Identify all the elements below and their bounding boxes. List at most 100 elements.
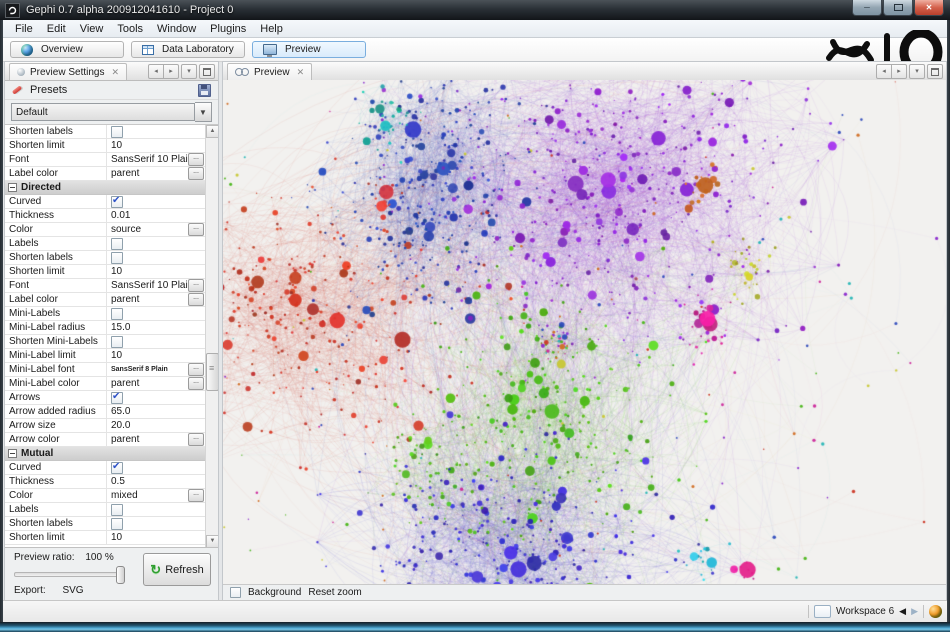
tab-list-button[interactable]: ▾ bbox=[909, 64, 925, 79]
property-label: Arrow size bbox=[5, 419, 107, 432]
ellipsis-button[interactable]: ... bbox=[188, 279, 204, 292]
property-label: Color bbox=[5, 489, 107, 502]
checkbox-arrows[interactable] bbox=[111, 392, 123, 404]
app-icon bbox=[5, 3, 20, 18]
tab-preview-settings[interactable]: Preview Settings ✕ bbox=[9, 63, 127, 80]
property-value[interactable]: parent bbox=[111, 167, 188, 180]
ellipsis-button[interactable]: ... bbox=[188, 363, 204, 376]
tab-prev-button[interactable]: ◂ bbox=[876, 64, 892, 79]
collapse-icon[interactable] bbox=[8, 449, 17, 458]
ellipsis-button[interactable]: ... bbox=[188, 153, 204, 166]
checkbox-shorten-labels[interactable] bbox=[111, 126, 123, 138]
save-preset-icon[interactable] bbox=[198, 84, 211, 97]
slider-handle[interactable] bbox=[116, 566, 125, 584]
update-center-icon[interactable] bbox=[929, 605, 942, 618]
workspace-next-icon[interactable]: ▶ bbox=[911, 607, 918, 616]
ellipsis-button[interactable]: ... bbox=[188, 293, 204, 306]
menu-view[interactable]: View bbox=[73, 22, 111, 36]
property-value[interactable]: parent bbox=[111, 433, 188, 446]
toolbar-button-preview[interactable]: Preview bbox=[252, 41, 366, 58]
property-value-cell: SansSerif 8 Plain... bbox=[107, 363, 206, 376]
tab-list-button[interactable]: ▾ bbox=[181, 64, 197, 79]
tab-prev-button[interactable]: ◂ bbox=[148, 64, 164, 79]
ellipsis-button[interactable]: ... bbox=[188, 223, 204, 236]
toolbar-button-overview[interactable]: Overview bbox=[10, 41, 124, 58]
export-row[interactable]: Export: SVG bbox=[14, 585, 84, 596]
panel-maximize-button[interactable] bbox=[927, 64, 943, 79]
property-value[interactable]: parent bbox=[111, 293, 188, 306]
checkbox-curved[interactable] bbox=[111, 196, 123, 208]
tab-next-button[interactable]: ▸ bbox=[164, 64, 179, 79]
scrollbar-thumb[interactable] bbox=[206, 353, 218, 391]
statusbar: Workspace 6 ◀ ▶ bbox=[3, 600, 947, 622]
checkbox-mini-labels[interactable] bbox=[111, 308, 123, 320]
menu-help[interactable]: Help bbox=[253, 22, 290, 36]
tab-next-button[interactable]: ▸ bbox=[892, 64, 907, 79]
close-button[interactable]: ✕ bbox=[914, 0, 944, 16]
close-tab-icon[interactable]: ✕ bbox=[297, 67, 305, 78]
property-value[interactable]: SansSerif 10 Plain bbox=[111, 153, 188, 166]
checkbox-curved[interactable] bbox=[111, 462, 123, 474]
refresh-button[interactable]: ↻ Refresh bbox=[143, 553, 211, 586]
ellipsis-button[interactable]: ... bbox=[188, 167, 204, 180]
property-value-cell: SansSerif 10 Plain... bbox=[107, 153, 206, 166]
preset-combobox-arrow[interactable]: ▼ bbox=[195, 102, 212, 122]
property-value-cell: 10 bbox=[107, 349, 206, 362]
collapse-icon[interactable] bbox=[8, 183, 17, 192]
property-value[interactable]: 15.0 bbox=[111, 321, 206, 334]
background-checkbox[interactable] bbox=[230, 587, 241, 598]
scroll-up-icon[interactable]: ▲ bbox=[206, 125, 218, 138]
toolbar-button-data-laboratory[interactable]: Data Laboratory bbox=[131, 41, 245, 58]
menu-tools[interactable]: Tools bbox=[110, 22, 150, 36]
tab-preview[interactable]: Preview ✕ bbox=[227, 63, 312, 80]
ellipsis-button[interactable]: ... bbox=[188, 433, 204, 446]
property-value[interactable]: mixed bbox=[111, 489, 188, 502]
property-value[interactable]: 65.0 bbox=[111, 405, 206, 418]
checkbox-labels[interactable] bbox=[111, 238, 123, 250]
property-value[interactable]: 10 bbox=[111, 531, 206, 544]
property-value[interactable]: SansSerif 10 Plain bbox=[111, 279, 188, 292]
maximize-button[interactable] bbox=[883, 0, 913, 16]
window-title: Gephi 0.7 alpha 200912041610 - Project 0 bbox=[26, 4, 233, 16]
menu-edit[interactable]: Edit bbox=[40, 22, 73, 36]
property-value[interactable]: 0.5 bbox=[111, 475, 206, 488]
property-row-shorten-limit: Shorten limit10 bbox=[5, 531, 206, 545]
property-value[interactable]: 10 bbox=[111, 139, 206, 152]
property-value[interactable]: 0.01 bbox=[111, 209, 206, 222]
ellipsis-button[interactable]: ... bbox=[188, 489, 204, 502]
property-value[interactable]: SansSerif 8 Plain bbox=[111, 363, 188, 376]
checkbox-shorten-labels[interactable] bbox=[111, 518, 123, 530]
checkbox-labels[interactable] bbox=[111, 504, 123, 516]
property-row-labels: Labels bbox=[5, 237, 206, 251]
checkbox-shorten-labels[interactable] bbox=[111, 252, 123, 264]
section-directed[interactable]: Directed bbox=[5, 181, 206, 195]
property-label: Labels bbox=[5, 237, 107, 250]
property-row-label-color: Label colorparent... bbox=[5, 293, 206, 307]
menu-file[interactable]: File bbox=[8, 22, 40, 36]
workspace-prev-icon[interactable]: ◀ bbox=[899, 607, 906, 616]
property-table-scrollbar[interactable]: ▲ ▼ bbox=[205, 125, 218, 548]
property-value[interactable]: parent bbox=[111, 377, 188, 390]
menu-plugins[interactable]: Plugins bbox=[203, 22, 253, 36]
property-value[interactable]: 20.0 bbox=[111, 419, 206, 432]
minimize-button[interactable]: ─ bbox=[852, 0, 882, 16]
preview-graph-canvas[interactable] bbox=[223, 80, 946, 585]
property-row-curved: Curved bbox=[5, 195, 206, 209]
property-label: Shorten limit bbox=[5, 139, 107, 152]
ellipsis-button[interactable]: ... bbox=[188, 377, 204, 390]
preset-combobox[interactable]: Default bbox=[11, 103, 195, 121]
property-value[interactable]: 10 bbox=[111, 265, 206, 278]
section-mutual[interactable]: Mutual bbox=[5, 447, 206, 461]
property-value-cell: 15.0 bbox=[107, 321, 206, 334]
menu-window[interactable]: Window bbox=[150, 22, 203, 36]
reset-zoom-button[interactable]: Reset zoom bbox=[308, 587, 361, 598]
property-row-color: Colorsource... bbox=[5, 223, 206, 237]
property-label: Arrow color bbox=[5, 433, 107, 446]
panel-maximize-button[interactable] bbox=[199, 64, 215, 79]
property-value[interactable]: source bbox=[111, 223, 188, 236]
close-tab-icon[interactable]: ✕ bbox=[111, 67, 119, 78]
property-value-cell bbox=[107, 391, 206, 404]
preview-ratio-slider[interactable] bbox=[14, 572, 124, 577]
checkbox-shorten-mini-labels[interactable] bbox=[111, 336, 123, 348]
property-value[interactable]: 10 bbox=[111, 349, 206, 362]
